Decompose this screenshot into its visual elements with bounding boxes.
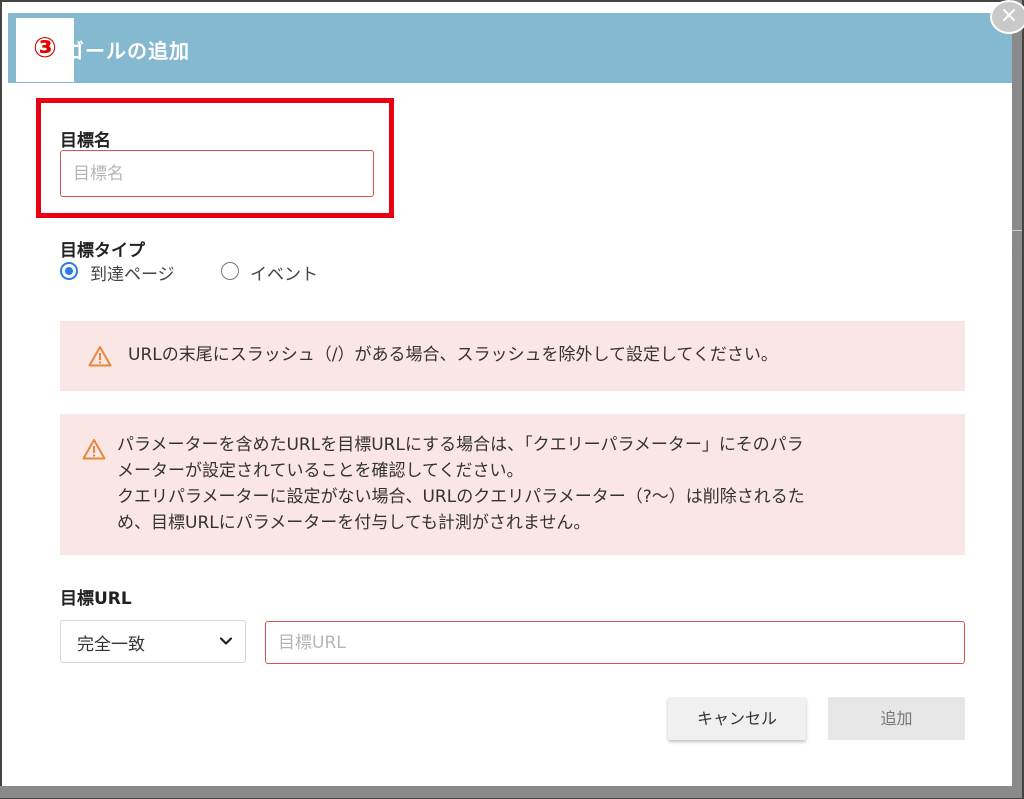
- goal-url-label: 目標URL: [60, 589, 132, 609]
- close-button[interactable]: ×: [990, 0, 1024, 34]
- radio-label-reached-page: 到達ページ: [90, 265, 175, 285]
- radio-label-event: イベント: [250, 265, 318, 285]
- goal-type-label: 目標タイプ: [60, 241, 145, 261]
- alert-text-block: パラメーターを含めたURLを目標URLにする場合は、「クエリーパラメーター」にそ…: [117, 432, 957, 536]
- highlight-box: [36, 98, 394, 218]
- cancel-button[interactable]: キャンセル: [668, 697, 806, 740]
- alert-trailing-slash: URLの末尾にスラッシュ（/）がある場合、スラッシュを除外して設定してください。: [60, 321, 965, 391]
- step-marker: ③: [16, 18, 74, 82]
- chevron-down-icon: [219, 637, 233, 645]
- alert-line: メーターが設定されていることを確認してください。: [117, 461, 524, 481]
- radio-event[interactable]: [221, 262, 239, 280]
- alert-line: クエリパラメーターに設定がない場合、URLのクエリパラメーター（?〜）は削除され…: [117, 487, 805, 507]
- warning-icon: [88, 346, 112, 367]
- warning-icon: [82, 439, 106, 460]
- dialog-header: ゴールの追加: [8, 13, 1012, 83]
- overlay-backdrop: [1012, 0, 1022, 795]
- dialog-title: ゴールの追加: [64, 39, 190, 63]
- alert-line: パラメーターを含めたURLを目標URLにする場合は、「クエリーパラメーター」にそ…: [117, 435, 804, 455]
- alert-text: URLの末尾にスラッシュ（/）がある場合、スラッシュを除外して設定してください。: [128, 345, 778, 365]
- match-type-value: 完全一致: [77, 635, 145, 655]
- goal-url-input[interactable]: [265, 621, 965, 664]
- add-button[interactable]: 追加: [828, 697, 965, 740]
- alert-line: め、目標URLにパラメーターを付与しても計測がされません。: [117, 513, 591, 533]
- background-divider: [1012, 230, 1022, 231]
- close-icon: ×: [999, 3, 1019, 28]
- match-type-select[interactable]: 完全一致: [60, 620, 246, 663]
- alert-query-parameters: パラメーターを含めたURLを目標URLにする場合は、「クエリーパラメーター」にそ…: [60, 414, 965, 555]
- radio-reached-page[interactable]: [60, 262, 78, 280]
- overlay-backdrop-bottom: [0, 786, 1022, 798]
